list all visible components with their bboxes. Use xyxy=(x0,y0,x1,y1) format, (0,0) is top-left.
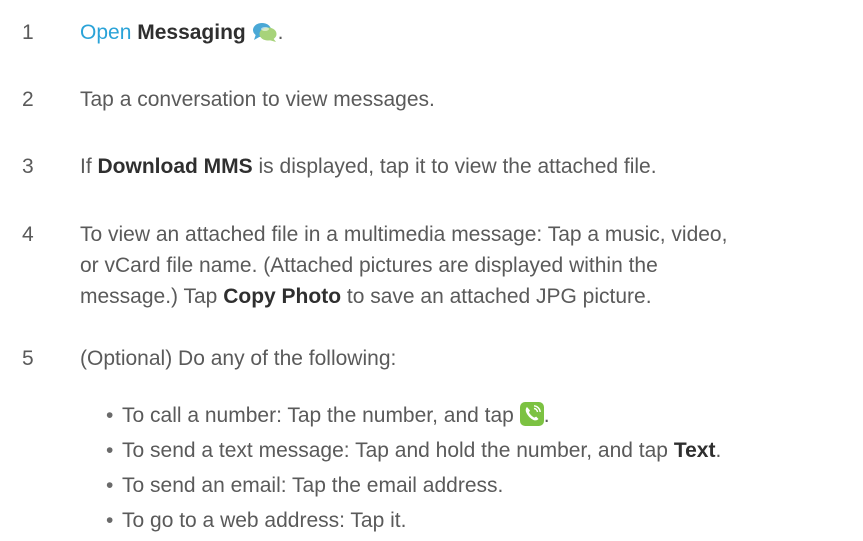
step-text: Open Messaging . xyxy=(80,17,850,52)
bullet-dot: • xyxy=(106,509,114,532)
open-link[interactable]: Open xyxy=(80,21,131,44)
step-text: Tap a conversation to view messages. xyxy=(80,88,435,111)
list-item: • To call a number: Tap the number, and t… xyxy=(106,400,846,435)
step-number: 5 xyxy=(22,347,34,370)
list-item: • To send an email: Tap the email address… xyxy=(106,470,846,501)
bullet-2-pre: To send a text message: Tap and hold the… xyxy=(122,439,668,462)
step-3-pre: If xyxy=(80,155,92,178)
app-name: Messaging xyxy=(137,21,246,44)
bullet-1-post: . xyxy=(543,404,550,427)
bullet-2-post: . xyxy=(715,439,722,462)
bullet-dot: • xyxy=(106,474,114,497)
step-number: 4 xyxy=(22,223,34,246)
step-4-line-3: message.) Tap Copy Photo to save an atta… xyxy=(80,281,850,312)
bullet-4-text: To go to a web address: Tap it. xyxy=(122,509,407,532)
step-text: (Optional) Do any of the following: xyxy=(80,347,397,370)
step-4-line-3-post: to save an attached JPG picture. xyxy=(346,285,652,308)
copy-photo-label: Copy Photo xyxy=(223,285,342,308)
step-number: 1 xyxy=(22,21,34,44)
step-1-end: . xyxy=(277,21,284,44)
bullet-1-pre: To call a number: Tap the number, and ta… xyxy=(122,404,514,427)
list-item: • To go to a web address: Tap it. xyxy=(106,505,846,536)
text-label: Text xyxy=(673,439,716,462)
download-mms-label: Download MMS xyxy=(97,155,253,178)
messaging-bubbles-icon xyxy=(252,21,278,52)
bullet-dot: • xyxy=(106,439,114,462)
phone-call-icon xyxy=(519,402,544,435)
instruction-document: 1 Open Messaging . 2 Tap a conversation … xyxy=(0,0,863,541)
bullet-3-text: To send an email: Tap the email address. xyxy=(122,474,504,497)
step-4-line-2: or vCard file name. (Attached pictures a… xyxy=(80,254,658,277)
list-item: • To send a text message: Tap and hold th… xyxy=(106,435,846,466)
step-4-line-3-pre: message.) Tap xyxy=(80,285,218,308)
step-text: If Download MMS is displayed, tap it to … xyxy=(80,151,850,182)
step-number: 2 xyxy=(22,88,34,111)
bullet-dot: • xyxy=(106,404,114,427)
step-3-post: is displayed, tap it to view the attache… xyxy=(258,155,657,178)
step-4-line-1: To view an attached file in a multimedia… xyxy=(80,223,728,246)
step-text: To view an attached file in a multimedia… xyxy=(80,219,850,312)
step-number: 3 xyxy=(22,155,34,178)
